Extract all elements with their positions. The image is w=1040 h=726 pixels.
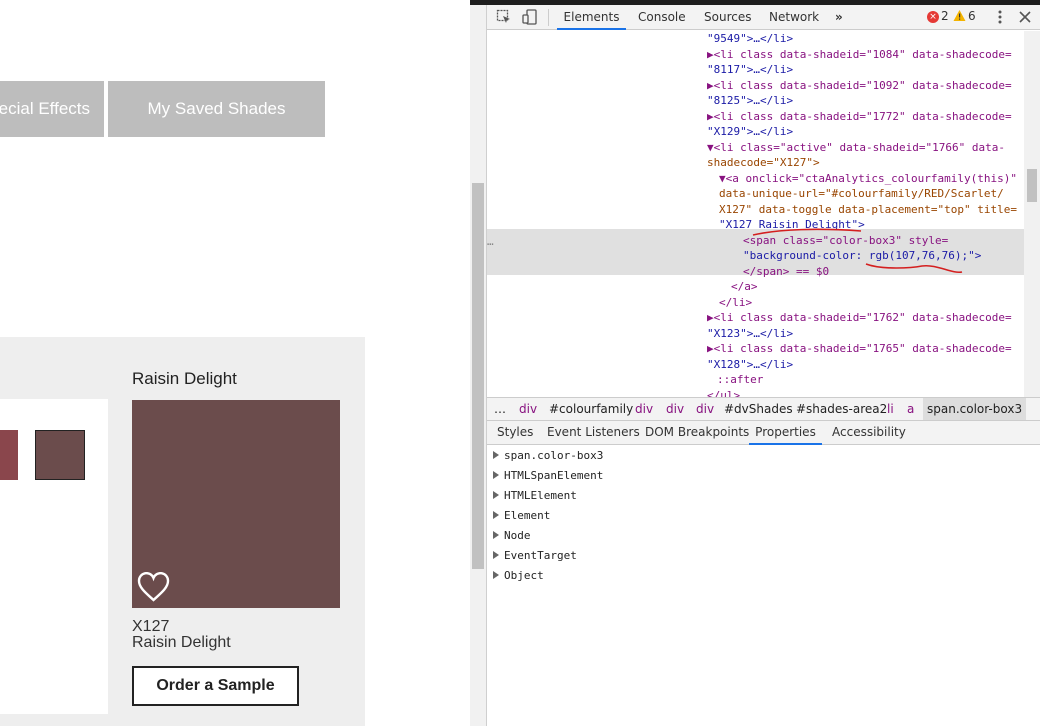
- property-item[interactable]: Element: [493, 506, 550, 526]
- code-line[interactable]: ▶<li class data-shadeid="1092" data-shad…: [707, 78, 1012, 93]
- elements-tree[interactable]: … "9549">…</li> ▶<li class data-shadeid=…: [487, 31, 1024, 397]
- vertical-dots-icon[interactable]: [992, 9, 1008, 25]
- devtools-panel: Elements Console Sources Network » × 2 6…: [487, 5, 1040, 726]
- code-line[interactable]: </ul>: [707, 388, 740, 397]
- chevron-double-right-icon[interactable]: »: [835, 5, 843, 30]
- tab-network[interactable]: Network: [769, 5, 819, 30]
- error-icon[interactable]: ×: [927, 11, 939, 23]
- expand-triangle-icon[interactable]: [493, 551, 499, 559]
- tab-console[interactable]: Console: [638, 5, 686, 30]
- code-line[interactable]: data-unique-url="#colourfamily/RED/Scarl…: [719, 186, 1004, 201]
- property-item[interactable]: Object: [493, 566, 544, 586]
- tab-my-saved-shades[interactable]: My Saved Shades: [108, 81, 325, 137]
- breadcrumb-item[interactable]: div: [519, 398, 537, 420]
- breadcrumb-item[interactable]: div: [635, 398, 653, 420]
- tab-dom-breakpoints[interactable]: DOM Breakpoints: [645, 421, 749, 445]
- breadcrumb-item[interactable]: …: [494, 398, 506, 420]
- property-item[interactable]: HTMLElement: [493, 486, 577, 506]
- code-line[interactable]: "X123">…</li>: [707, 326, 793, 341]
- code-line[interactable]: ▼<a onclick="ctaAnalytics_colourfamily(t…: [719, 171, 1017, 186]
- red-underline-annotation: [865, 263, 963, 274]
- code-line[interactable]: ▶<li class data-shadeid="1084" data-shad…: [707, 47, 1012, 62]
- inspect-element-icon[interactable]: [496, 9, 512, 25]
- expand-triangle-icon[interactable]: [493, 491, 499, 499]
- red-underline-annotation: [752, 228, 862, 236]
- selected-node-menu-icon[interactable]: …: [487, 235, 494, 248]
- code-line-selected[interactable]: </span> == $0: [743, 264, 829, 279]
- warning-count[interactable]: 6: [968, 9, 976, 23]
- expand-triangle-icon[interactable]: [493, 471, 499, 479]
- code-line[interactable]: ▶<li class data-shadeid="1762" data-shad…: [707, 310, 1012, 325]
- dom-breadcrumb: … div #colourfamily div div div #dvShade…: [487, 397, 1040, 421]
- sidebar-tabs: Styles Event Listeners DOM Breakpoints P…: [487, 421, 1040, 445]
- code-line[interactable]: ▶<li class data-shadeid="1772" data-shad…: [707, 109, 1012, 124]
- shade-swatch-small-selected[interactable]: [35, 430, 85, 480]
- expand-triangle-icon[interactable]: [493, 511, 499, 519]
- web-page: Special Effects My Saved Shades Raisin D…: [0, 0, 470, 726]
- tab-accessibility[interactable]: Accessibility: [832, 421, 906, 445]
- breadcrumb-item[interactable]: li: [887, 398, 894, 420]
- tab-event-listeners[interactable]: Event Listeners: [547, 421, 640, 445]
- close-icon[interactable]: [1017, 9, 1033, 25]
- breadcrumb-item[interactable]: div: [696, 398, 714, 420]
- toolbar-separator: [548, 9, 549, 26]
- shade-title: Raisin Delight: [132, 369, 237, 388]
- expand-triangle-icon[interactable]: [493, 531, 499, 539]
- breadcrumb-item[interactable]: #shades-area2: [796, 398, 887, 420]
- elements-scrollbar-thumb[interactable]: [1027, 169, 1037, 202]
- code-line[interactable]: "8125">…</li>: [707, 93, 793, 108]
- device-toggle-icon[interactable]: [522, 9, 538, 25]
- property-item[interactable]: Node: [493, 526, 531, 546]
- code-line[interactable]: ▶<li class data-shadeid="1765" data-shad…: [707, 341, 1012, 356]
- code-line[interactable]: "X129">…</li>: [707, 124, 793, 139]
- code-line[interactable]: "9549">…</li>: [707, 31, 793, 46]
- expand-triangle-icon[interactable]: [493, 571, 499, 579]
- heart-outline-icon[interactable]: [137, 572, 170, 602]
- code-line[interactable]: "8117">…</li>: [707, 62, 793, 77]
- breadcrumb-item[interactable]: div: [666, 398, 684, 420]
- shade-name: Raisin Delight: [132, 634, 231, 651]
- code-line[interactable]: </li>: [719, 295, 752, 310]
- tab-elements[interactable]: Elements: [557, 5, 626, 30]
- property-item[interactable]: EventTarget: [493, 546, 577, 566]
- tab-properties[interactable]: Properties: [749, 421, 822, 445]
- code-line[interactable]: </a>: [731, 279, 758, 294]
- code-line[interactable]: ::after: [717, 372, 763, 387]
- breadcrumb-item[interactable]: a: [907, 398, 914, 420]
- breadcrumb-item[interactable]: #colourfamily: [549, 398, 633, 420]
- code-line[interactable]: "X128">…</li>: [707, 357, 793, 372]
- warning-icon[interactable]: [953, 9, 966, 22]
- tab-styles[interactable]: Styles: [497, 421, 533, 445]
- order-sample-button[interactable]: Order a Sample: [132, 666, 299, 706]
- code-line[interactable]: shadecode="X127">: [707, 155, 820, 170]
- error-count[interactable]: 2: [941, 9, 949, 23]
- devtools-toolbar: Elements Console Sources Network » × 2 6: [487, 5, 1040, 30]
- tab-sources[interactable]: Sources: [704, 5, 751, 30]
- expand-triangle-icon[interactable]: [493, 451, 499, 459]
- breadcrumb-item-selected[interactable]: span.color-box3: [923, 398, 1027, 420]
- property-item[interactable]: span.color-box3: [493, 446, 603, 466]
- tab-special-effects[interactable]: Special Effects: [0, 81, 104, 137]
- code-line[interactable]: X127" data-toggle data-placement="top" t…: [719, 202, 1017, 217]
- shade-swatch-small[interactable]: [0, 430, 18, 480]
- elements-scrollbar[interactable]: [1024, 31, 1040, 397]
- property-item[interactable]: HTMLSpanElement: [493, 466, 603, 486]
- code-line[interactable]: ▼<li class="active" data-shadeid="1766" …: [707, 140, 1005, 155]
- breadcrumb-item[interactable]: #dvShades: [724, 398, 793, 420]
- page-scrollbar-thumb[interactable]: [472, 183, 484, 569]
